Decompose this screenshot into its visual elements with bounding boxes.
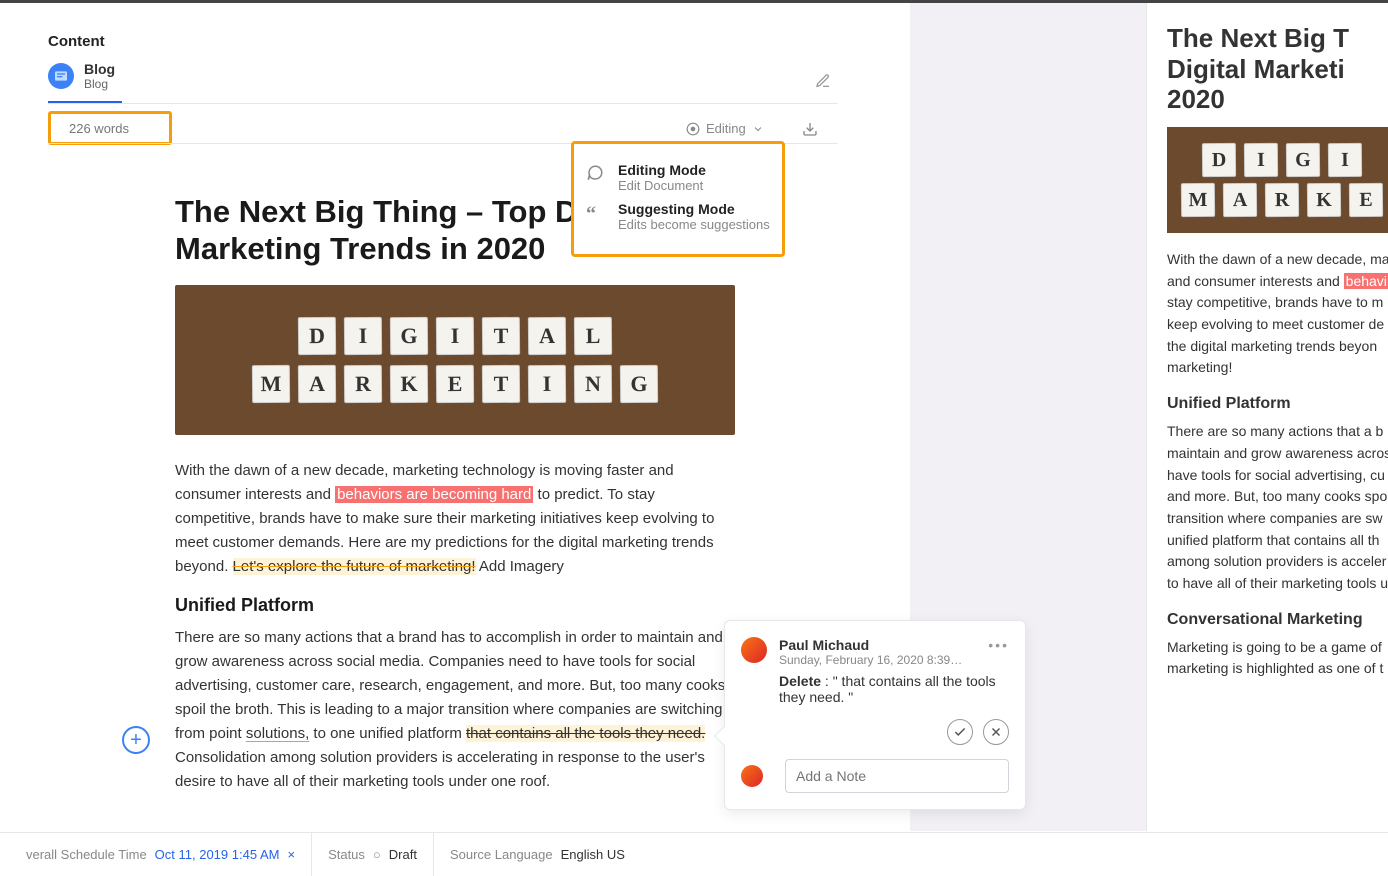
editing-mode-label: Editing bbox=[706, 121, 746, 136]
reject-button[interactable] bbox=[983, 719, 1009, 745]
comment-body: Delete : " that contains all the tools t… bbox=[779, 673, 1009, 705]
chevron-down-icon bbox=[752, 123, 764, 135]
divider bbox=[48, 103, 838, 104]
underlined-word: solutions, bbox=[246, 725, 309, 742]
footer-language[interactable]: Source Language English US bbox=[434, 833, 641, 876]
deleted-phrase: that contains all the tools they need. bbox=[466, 725, 705, 742]
quote-icon: “ bbox=[586, 203, 610, 226]
edit-icon[interactable] bbox=[815, 73, 831, 92]
close-icon[interactable]: × bbox=[287, 847, 295, 862]
preview-h-unified: Unified Platform bbox=[1167, 395, 1388, 413]
blog-icon bbox=[48, 63, 74, 89]
preview-pane: The Next Big T Digital Marketi 2020 DIGI… bbox=[1146, 3, 1388, 831]
suggesting-mode-title: Suggesting Mode bbox=[618, 201, 770, 217]
mode-popover-highlight: Editing Mode Edit Document “ Suggesting … bbox=[571, 141, 785, 257]
editing-mode-subtitle: Edit Document bbox=[618, 178, 706, 193]
accept-button[interactable] bbox=[947, 719, 973, 745]
footer-bar: verall Schedule Time Oct 11, 2019 1:45 A… bbox=[0, 832, 1388, 876]
avatar bbox=[741, 637, 767, 663]
footer-schedule[interactable]: verall Schedule Time Oct 11, 2019 1:45 A… bbox=[10, 833, 312, 876]
heading-unified-platform[interactable]: Unified Platform bbox=[175, 595, 735, 616]
chat-icon bbox=[586, 164, 610, 185]
add-block-button[interactable]: + bbox=[122, 726, 150, 754]
avatar bbox=[741, 765, 763, 787]
preview-p2: There are so many actions that a b maint… bbox=[1167, 421, 1388, 595]
document-body[interactable]: The Next Big Thing – Top Digital Marketi… bbox=[175, 193, 735, 810]
footer-status[interactable]: Status ○ Draft bbox=[312, 833, 434, 876]
suggesting-mode-option[interactable]: “ Suggesting Mode Edits become suggestio… bbox=[586, 201, 770, 232]
strikeout-text: Let's explore the future of marketing! bbox=[233, 558, 476, 575]
preview-title: The Next Big T Digital Marketi 2020 bbox=[1167, 23, 1388, 115]
add-note-input[interactable] bbox=[785, 759, 1009, 793]
paragraph-1[interactable]: With the dawn of a new decade, marketing… bbox=[175, 459, 735, 579]
preview-h-conversational: Conversational Marketing bbox=[1167, 611, 1388, 629]
comment-card: Paul Michaud Sunday, February 16, 2020 8… bbox=[724, 620, 1026, 810]
word-count-highlight: 226 words bbox=[48, 111, 172, 145]
comment-author: Paul Michaud bbox=[779, 637, 962, 653]
preview-p3: Marketing is going to be a game of marke… bbox=[1167, 637, 1388, 680]
hero-image: DIGITAL MARKETING bbox=[175, 285, 735, 435]
preview-hero: DIGI MARKE bbox=[1167, 127, 1388, 233]
comment-date: Sunday, February 16, 2020 8:39… bbox=[779, 653, 962, 667]
editing-mode-option[interactable]: Editing Mode Edit Document bbox=[586, 162, 770, 193]
blog-header[interactable]: Blog Blog bbox=[48, 61, 115, 91]
editing-mode-dropdown[interactable]: Editing bbox=[686, 121, 764, 136]
suggesting-mode-subtitle: Edits become suggestions bbox=[618, 217, 770, 232]
paragraph-2[interactable]: There are so many actions that a brand h… bbox=[175, 626, 735, 794]
content-section-label: Content bbox=[48, 33, 105, 50]
word-count: 226 words bbox=[69, 121, 129, 136]
blog-subtitle: Blog bbox=[84, 77, 115, 91]
blog-title: Blog bbox=[84, 61, 115, 77]
comment-menu-icon[interactable]: ••• bbox=[988, 637, 1009, 653]
highlight-red: behaviors are becoming hard bbox=[335, 486, 533, 503]
preview-p1: With the dawn of a new decade, ma and co… bbox=[1167, 249, 1388, 379]
editing-mode-title: Editing Mode bbox=[618, 162, 706, 178]
download-icon[interactable] bbox=[802, 121, 818, 140]
